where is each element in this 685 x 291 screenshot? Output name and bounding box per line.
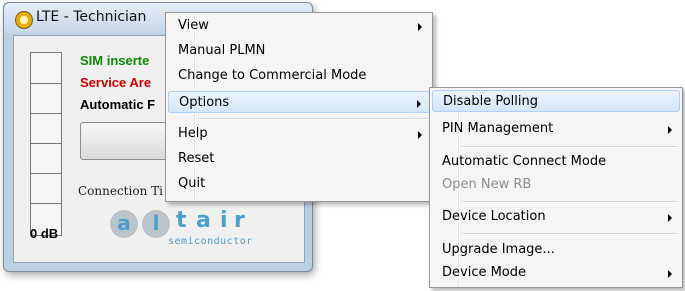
submenu-arrow-icon [418, 23, 422, 31]
sim-status-text: SIM inserte [80, 53, 150, 68]
menu-item-automatic-connect-mode[interactable]: Automatic Connect Mode [432, 151, 680, 173]
context-menu: View Manual PLMN Change to Commercial Mo… [165, 12, 433, 202]
menu-separator [462, 201, 678, 203]
automatic-status-text: Automatic F [80, 97, 156, 112]
submenu-arrow-icon [668, 270, 672, 278]
menu-item-upgrade-image[interactable]: Upgrade Image... [432, 239, 680, 261]
altair-logo: a l t a i r semiconductor [110, 208, 280, 252]
signal-strength-meter [30, 52, 62, 236]
submenu-arrow-icon [417, 100, 421, 108]
menu-item-manual-plmn[interactable]: Manual PLMN [168, 40, 430, 62]
service-status-text: Service Are [80, 75, 152, 90]
menu-item-change-commercial-mode[interactable]: Change to Commercial Mode [168, 65, 430, 87]
menu-item-disable-polling[interactable]: Disable Polling [432, 90, 680, 112]
menu-item-quit[interactable]: Quit [168, 173, 430, 195]
menu-separator [198, 118, 428, 120]
menu-item-device-location[interactable]: Device Location [432, 206, 680, 228]
menu-item-open-new-rb[interactable]: Open New RB [432, 174, 680, 196]
menu-item-pin-management[interactable]: PIN Management [432, 118, 680, 140]
submenu-arrow-icon [668, 214, 672, 222]
menu-item-device-mode[interactable]: Device Mode [432, 262, 680, 284]
menu-item-view[interactable]: View [168, 15, 430, 37]
options-submenu: Disable Polling PIN Management Automatic… [429, 87, 683, 288]
menu-item-options[interactable]: Options [168, 91, 430, 113]
submenu-arrow-icon [418, 131, 422, 139]
app-icon [15, 11, 33, 29]
menu-item-reset[interactable]: Reset [168, 148, 430, 170]
menu-separator [462, 233, 678, 235]
window-title: LTE - Technician [36, 9, 147, 25]
menu-item-help[interactable]: Help [168, 123, 430, 145]
connection-time-label: Connection Ti [78, 184, 163, 198]
menu-separator [462, 146, 678, 148]
signal-db-label: 0 dB [30, 226, 59, 241]
submenu-arrow-icon [668, 126, 672, 134]
